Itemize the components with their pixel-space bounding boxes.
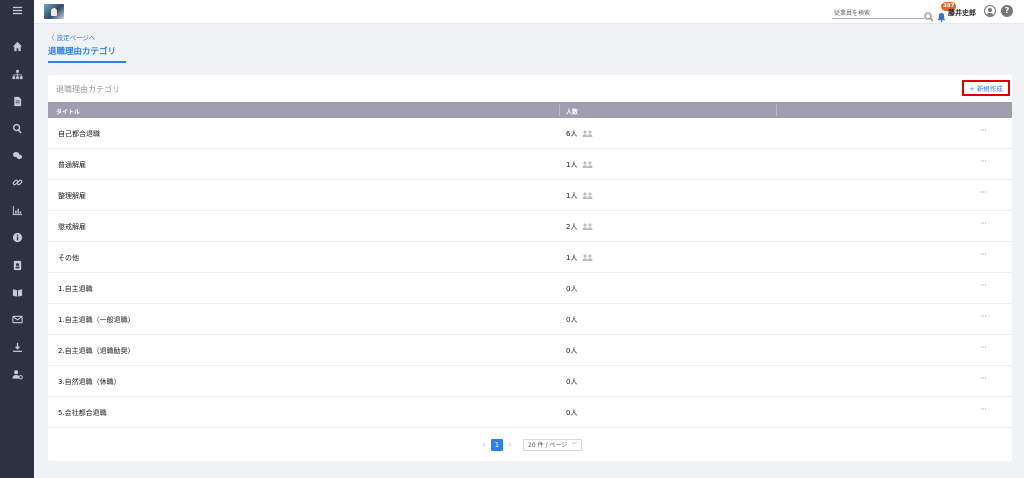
- user-settings-icon[interactable]: [0, 364, 34, 384]
- row-count-cell: 0人: [566, 408, 577, 418]
- row-more-actions-icon[interactable]: ···: [980, 374, 987, 383]
- row-more-actions-icon[interactable]: ···: [980, 281, 987, 290]
- link-icon[interactable]: [0, 172, 34, 192]
- search-icon[interactable]: [0, 118, 34, 138]
- table-row[interactable]: 1.自主退職（一般退職） 0人 ···: [48, 304, 1012, 335]
- contacts-icon[interactable]: [0, 255, 34, 275]
- table-row[interactable]: 5.会社都合退職 0人 ···: [48, 397, 1012, 428]
- row-more-actions-icon[interactable]: ···: [980, 157, 987, 166]
- row-count-cell: 1人: [566, 253, 593, 263]
- row-title[interactable]: 5.会社都合退職: [58, 408, 107, 418]
- row-count: 0人: [566, 409, 578, 417]
- table-row[interactable]: 自己都合退職 6人 ···: [48, 118, 1012, 149]
- people-icon[interactable]: [582, 130, 593, 138]
- people-icon[interactable]: [582, 192, 593, 200]
- menu-icon[interactable]: [0, 0, 34, 20]
- top-header: 従業員を検索 387 藤井史郎 ?: [34, 0, 1024, 24]
- pagination: ‹ 1 › 20 件 / ページ ﹀: [479, 439, 583, 451]
- page-size-label: 20 件 / ページ: [528, 441, 568, 449]
- row-title[interactable]: 2.自主退職（退職勧奨）: [58, 346, 135, 356]
- table-row[interactable]: 普通解雇 1人 ···: [48, 149, 1012, 180]
- row-more-actions-icon[interactable]: ···: [980, 343, 987, 352]
- book-icon[interactable]: [0, 282, 34, 302]
- row-count: 1人: [566, 161, 578, 169]
- row-more-actions-icon[interactable]: ···: [980, 219, 987, 228]
- row-count: 0人: [566, 378, 578, 386]
- chevron-down-icon: ﹀: [571, 441, 578, 449]
- category-card: 退職理由カテゴリ + 新規作成 タイトル 人数 自己都合退職 6人 ··· 普通解雇 1…: [48, 75, 1012, 461]
- table-row[interactable]: 3.自然退職（休職） 0人 ···: [48, 366, 1012, 397]
- column-header-title[interactable]: タイトル: [56, 107, 80, 116]
- row-title[interactable]: 普通解雇: [58, 160, 86, 170]
- row-count: 1人: [566, 254, 578, 262]
- row-count-cell: 2人: [566, 222, 593, 232]
- prev-page-button[interactable]: ‹: [479, 439, 489, 451]
- column-divider: [559, 104, 560, 116]
- page-size-select[interactable]: 20 件 / ページ ﹀: [523, 439, 583, 451]
- active-tab-indicator: [48, 61, 126, 63]
- table-row[interactable]: 1.自主退職 0人 ···: [48, 273, 1012, 304]
- row-title[interactable]: 3.自然退職（休職）: [58, 377, 121, 387]
- help-icon[interactable]: ?: [1001, 5, 1013, 17]
- user-name[interactable]: 藤井史郎: [948, 8, 976, 18]
- people-icon[interactable]: [582, 254, 593, 262]
- row-more-actions-icon[interactable]: ···: [980, 405, 987, 414]
- org-chart-icon[interactable]: [0, 64, 34, 84]
- chat-icon[interactable]: [0, 145, 34, 165]
- row-count: 1人: [566, 192, 578, 200]
- company-logo[interactable]: [44, 4, 64, 19]
- table-header: タイトル 人数: [48, 102, 1012, 118]
- table-row[interactable]: 2.自主退職（退職勧奨） 0人 ···: [48, 335, 1012, 366]
- people-icon[interactable]: [582, 161, 593, 169]
- user-avatar-icon[interactable]: [984, 5, 996, 17]
- search-icon[interactable]: [924, 7, 934, 22]
- row-count: 6人: [566, 130, 578, 138]
- document-icon[interactable]: [0, 91, 34, 111]
- row-count-cell: 1人: [566, 191, 593, 201]
- next-page-button[interactable]: ›: [505, 439, 515, 451]
- page-title: 退職理由カテゴリ: [48, 47, 117, 57]
- row-title[interactable]: 整理解雇: [58, 191, 86, 201]
- column-divider: [776, 104, 777, 116]
- row-count-cell: 0人: [566, 377, 577, 387]
- table-row[interactable]: その他 1人 ···: [48, 242, 1012, 273]
- create-new-button[interactable]: + 新規作成: [962, 80, 1010, 96]
- row-more-actions-icon[interactable]: ···: [980, 126, 987, 135]
- row-more-actions-icon[interactable]: ···: [980, 250, 987, 259]
- mail-icon[interactable]: [0, 309, 34, 329]
- row-count: 2人: [566, 223, 578, 231]
- row-count-cell: 0人: [566, 315, 577, 325]
- row-count-cell: 0人: [566, 284, 577, 294]
- info-icon[interactable]: [0, 227, 34, 247]
- row-count-cell: 6人: [566, 129, 593, 139]
- row-title[interactable]: 1.自主退職（一般退職）: [58, 315, 135, 325]
- sidebar: [0, 0, 34, 478]
- row-count-cell: 1人: [566, 160, 593, 170]
- row-count: 0人: [566, 347, 578, 355]
- row-more-actions-icon[interactable]: ···: [980, 188, 987, 197]
- people-icon[interactable]: [582, 223, 593, 231]
- table-row[interactable]: 懲戒解雇 2人 ···: [48, 211, 1012, 242]
- row-title[interactable]: 自己都合退職: [58, 129, 100, 139]
- card-title: 退職理由カテゴリ: [56, 85, 120, 94]
- home-icon[interactable]: [0, 36, 34, 56]
- row-title[interactable]: 1.自主退職: [58, 284, 93, 294]
- chart-icon[interactable]: [0, 200, 34, 220]
- column-header-count[interactable]: 人数: [566, 107, 578, 116]
- page-number-current[interactable]: 1: [491, 439, 503, 451]
- row-more-actions-icon[interactable]: ···: [980, 312, 987, 321]
- row-count: 0人: [566, 285, 578, 293]
- row-title[interactable]: その他: [58, 253, 79, 263]
- employee-search-input[interactable]: 従業員を検索: [832, 6, 924, 19]
- row-count-cell: 0人: [566, 346, 577, 356]
- table-row[interactable]: 整理解雇 1人 ···: [48, 180, 1012, 211]
- row-title[interactable]: 懲戒解雇: [58, 222, 86, 232]
- back-to-settings-link[interactable]: 〈 設定ページへ: [48, 32, 95, 42]
- download-icon[interactable]: [0, 337, 34, 357]
- row-count: 0人: [566, 316, 578, 324]
